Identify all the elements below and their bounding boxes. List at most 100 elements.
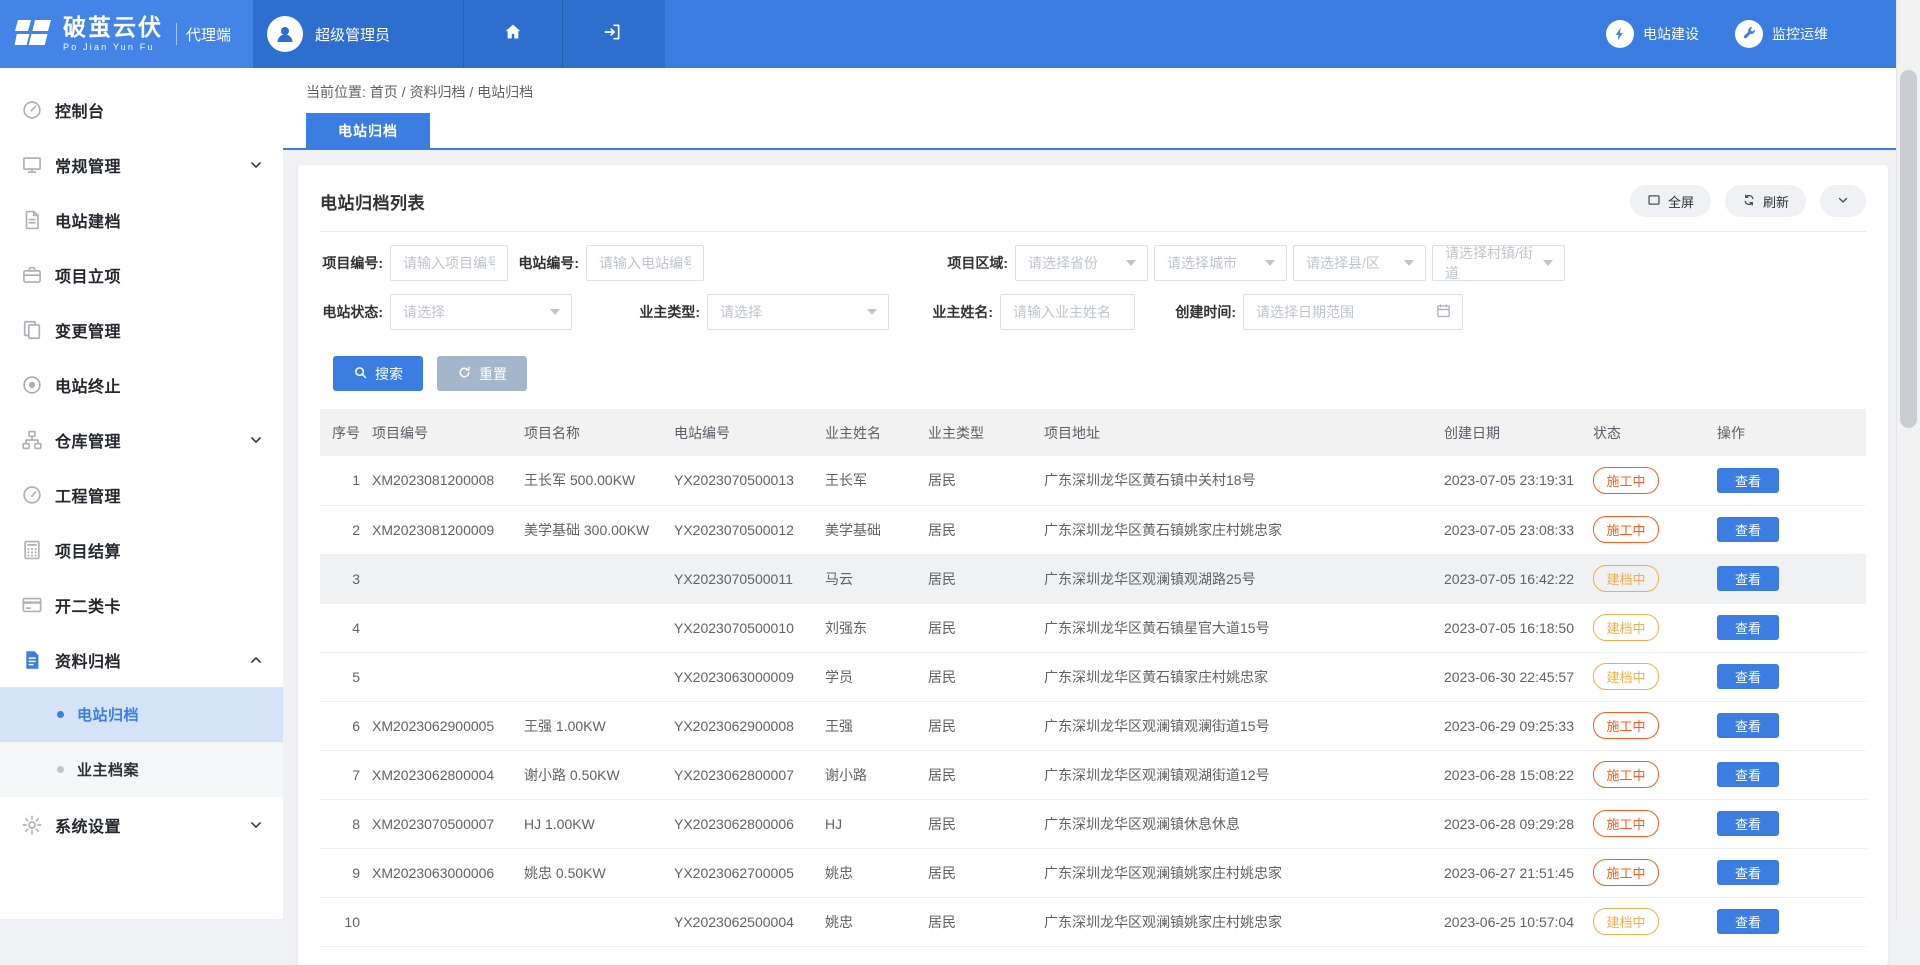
region-select-2[interactable]: 请选择县/区 bbox=[1293, 245, 1426, 281]
cell-action: 查看 bbox=[1717, 750, 1866, 799]
cell-owner-type: 居民 bbox=[928, 897, 1044, 946]
cell-action: 查看 bbox=[1717, 652, 1866, 701]
dashboard-icon bbox=[20, 98, 44, 122]
sidebar-item[interactable]: 电站终止 bbox=[0, 357, 283, 412]
view-button[interactable]: 查看 bbox=[1717, 664, 1779, 689]
view-button[interactable]: 查看 bbox=[1717, 762, 1779, 787]
region-select-0[interactable]: 请选择省份 bbox=[1015, 245, 1148, 281]
header-nav-bolt[interactable]: 电站建设 bbox=[1606, 20, 1699, 48]
search-button[interactable]: 搜索 bbox=[333, 356, 423, 391]
cell-no: 2 bbox=[320, 505, 372, 554]
sidebar-subitem[interactable]: 业主档案 bbox=[0, 742, 283, 797]
cell-no: 10 bbox=[320, 897, 372, 946]
cell-status: 施工中 bbox=[1593, 701, 1717, 750]
view-button[interactable]: 查看 bbox=[1717, 860, 1779, 885]
cell-project-no: XM2023063000006 bbox=[372, 848, 524, 897]
cell-project-name: 王长军 500.00KW bbox=[524, 456, 674, 505]
sidebar-subitem[interactable]: 电站归档 bbox=[0, 687, 283, 742]
region-select-1[interactable]: 请选择城市 bbox=[1154, 245, 1287, 281]
fullscreen-icon bbox=[1647, 193, 1661, 210]
scrollbar-thumb[interactable] bbox=[1900, 70, 1917, 428]
cell-no: 1 bbox=[320, 456, 372, 505]
sidebar-item[interactable]: 资料归档 bbox=[0, 632, 283, 687]
column-header: 状态 bbox=[1593, 409, 1717, 456]
page-body: 电站归档列表 全屏 刷新 bbox=[283, 150, 1896, 965]
cell-station-no: YX2023070500011 bbox=[674, 554, 825, 603]
logo-icon bbox=[14, 14, 54, 54]
project-no-input[interactable] bbox=[390, 245, 508, 281]
chevron-down-icon bbox=[249, 158, 263, 172]
sitemap-icon bbox=[20, 428, 44, 452]
refresh-button[interactable]: 刷新 bbox=[1725, 185, 1806, 217]
sidebar-item[interactable]: 控制台 bbox=[0, 82, 283, 137]
owner-name-input[interactable] bbox=[1000, 294, 1135, 330]
user-menu[interactable]: 超级管理员 bbox=[253, 0, 463, 68]
cell-project-no bbox=[372, 652, 524, 701]
table-row: 5 YX2023063000009 学员 居民 广东深圳龙华区黄石镇家庄村姚忠家… bbox=[320, 652, 1866, 701]
cell-owner: HJ bbox=[825, 799, 928, 848]
sidebar-item[interactable]: 项目结算 bbox=[0, 522, 283, 577]
cell-owner: 王强 bbox=[825, 701, 928, 750]
cell-date: 2023-07-05 16:18:50 bbox=[1444, 603, 1593, 652]
region-select-3[interactable]: 请选择村镇/街道 bbox=[1432, 245, 1565, 281]
header-right-nav: 电站建设 监控运维 bbox=[665, 0, 1920, 68]
view-button[interactable]: 查看 bbox=[1717, 566, 1779, 591]
dropdown-arrow-icon bbox=[550, 309, 560, 315]
home-button[interactable] bbox=[464, 0, 562, 68]
owner-type-select[interactable]: 请选择 bbox=[707, 294, 889, 330]
cell-address: 广东深圳龙华区黄石镇家庄村姚忠家 bbox=[1044, 652, 1444, 701]
station-no-input[interactable] bbox=[586, 245, 704, 281]
create-time-range-input[interactable]: 请选择日期范围 bbox=[1243, 294, 1463, 330]
tab-station-archive[interactable]: 电站归档 bbox=[306, 113, 430, 148]
reset-button[interactable]: 重置 bbox=[437, 356, 527, 391]
cell-address: 广东深圳龙华区观澜镇休息休息 bbox=[1044, 799, 1444, 848]
sidebar-item[interactable]: 仓库管理 bbox=[0, 412, 283, 467]
dropdown-arrow-icon bbox=[1126, 260, 1136, 266]
sidebar-item[interactable]: 变更管理 bbox=[0, 302, 283, 357]
view-button[interactable]: 查看 bbox=[1717, 909, 1779, 934]
sidebar-item[interactable]: 系统设置 bbox=[0, 797, 283, 852]
cell-project-no: XM2023081200009 bbox=[372, 505, 524, 554]
sidebar-item[interactable]: 常规管理 bbox=[0, 137, 283, 192]
table-header-row: 序号项目编号项目名称电站编号业主姓名业主类型项目地址创建日期状态操作 bbox=[320, 409, 1866, 456]
cell-project-name bbox=[524, 554, 674, 603]
cell-no: 5 bbox=[320, 652, 372, 701]
select-placeholder: 请选择省份 bbox=[1028, 253, 1098, 273]
sidebar-item[interactable]: 工程管理 bbox=[0, 467, 283, 522]
card-icon bbox=[20, 593, 44, 617]
dropdown-arrow-icon bbox=[1265, 260, 1275, 266]
reset-icon bbox=[457, 365, 472, 383]
sidebar-item[interactable]: 电站建档 bbox=[0, 192, 283, 247]
cell-station-no: YX2023062800007 bbox=[674, 750, 825, 799]
station-status-select[interactable]: 请选择 bbox=[390, 294, 572, 330]
view-button[interactable]: 查看 bbox=[1717, 468, 1779, 493]
cell-project-no bbox=[372, 554, 524, 603]
header-nav-wrench[interactable]: 监控运维 bbox=[1735, 20, 1828, 48]
cell-no: 7 bbox=[320, 750, 372, 799]
cell-status: 施工中 bbox=[1593, 848, 1717, 897]
fullscreen-button[interactable]: 全屏 bbox=[1630, 185, 1711, 217]
cell-station-no: YX2023062700005 bbox=[674, 848, 825, 897]
view-button[interactable]: 查看 bbox=[1717, 811, 1779, 836]
view-button[interactable]: 查看 bbox=[1717, 713, 1779, 738]
cell-address: 广东深圳龙华区观澜镇观澜街道15号 bbox=[1044, 701, 1444, 750]
page-scrollbar[interactable] bbox=[1896, 0, 1920, 919]
view-button[interactable]: 查看 bbox=[1717, 517, 1779, 542]
collapse-button[interactable] bbox=[1820, 185, 1866, 217]
sidebar-item[interactable]: 开二类卡 bbox=[0, 577, 283, 632]
logout-icon bbox=[602, 22, 622, 47]
logout-button[interactable] bbox=[563, 0, 661, 68]
cell-owner-type: 居民 bbox=[928, 750, 1044, 799]
logo-title: 破茧云伏 bbox=[63, 16, 163, 39]
column-header: 操作 bbox=[1717, 409, 1866, 456]
cell-owner-type: 居民 bbox=[928, 799, 1044, 848]
home-icon bbox=[503, 22, 523, 47]
sidebar-item[interactable]: 项目立项 bbox=[0, 247, 283, 302]
table-row: 1 XM2023081200008 王长军 500.00KW YX2023070… bbox=[320, 456, 1866, 505]
sidebar-item-label: 常规管理 bbox=[55, 153, 249, 177]
gear-icon bbox=[20, 813, 44, 837]
table-row: 7 XM2023062800004 谢小路 0.50KW YX202306280… bbox=[320, 750, 1866, 799]
main-content: 当前位置: 首页 / 资料归档 / 电站归档 电站归档 电站归档列表 全屏 刷新 bbox=[283, 68, 1896, 919]
view-button[interactable]: 查看 bbox=[1717, 615, 1779, 640]
cell-owner-type: 居民 bbox=[928, 848, 1044, 897]
